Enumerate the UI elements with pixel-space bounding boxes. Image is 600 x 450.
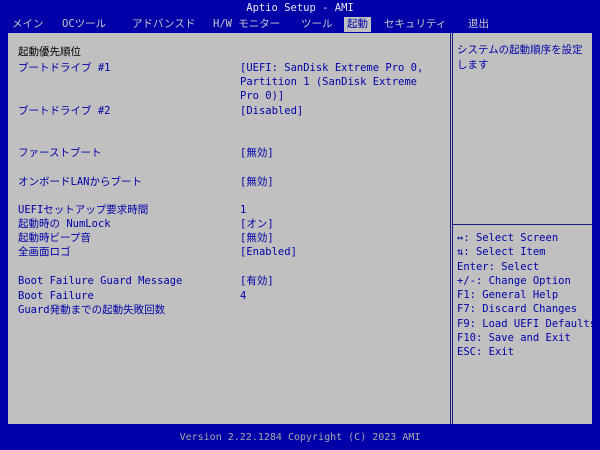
numlock-label[interactable]: 起動時の NumLock bbox=[18, 217, 111, 231]
key-save-exit: F10: Save and Exit bbox=[457, 332, 571, 345]
tab-oc-tweaker[interactable]: OCツール bbox=[62, 17, 106, 32]
uefi-setup-wait-value[interactable]: 1 bbox=[240, 203, 246, 217]
onboard-lan-boot-label[interactable]: オンボードLANからブート bbox=[18, 175, 142, 189]
tab-advanced[interactable]: アドバンスド bbox=[132, 17, 195, 32]
key-select-screen: ↔: Select Screen bbox=[457, 232, 559, 244]
boot-drive-2-value[interactable]: [Disabled] bbox=[240, 104, 303, 118]
fast-boot-value[interactable]: [無効] bbox=[240, 146, 274, 160]
boot-beep-label[interactable]: 起動時ビープ音 bbox=[18, 231, 91, 245]
fast-boot-label[interactable]: ファーストブート bbox=[18, 146, 101, 160]
tab-boot[interactable]: 起動 bbox=[344, 17, 371, 32]
main-panel: 起動優先順位 ブートドライブ #1 [UEFI: SanDisk Extreme… bbox=[8, 33, 596, 424]
key-general-help: F1: General Help bbox=[457, 289, 559, 302]
bfg-message-label[interactable]: Boot Failure Guard Message bbox=[18, 274, 182, 288]
boot-drive-1-label[interactable]: ブートドライブ #1 bbox=[18, 61, 110, 75]
bfg-count-value[interactable]: 4 bbox=[240, 289, 246, 303]
help-pane: システムの起動順序を設定します ↔: Select Screen ⇅: Sele… bbox=[453, 33, 596, 424]
top-bar: Aptio Setup - AMI メイン OCツール アドバンスド H/W モ… bbox=[0, 0, 600, 33]
fullscreen-logo-value[interactable]: [Enabled] bbox=[240, 245, 297, 259]
onboard-lan-boot-value[interactable]: [無効] bbox=[240, 175, 274, 189]
key-enter-select: Enter: Select bbox=[457, 260, 540, 273]
tab-tool[interactable]: ツール bbox=[301, 17, 333, 32]
tab-hw-monitor[interactable]: H/W モニター bbox=[213, 17, 280, 32]
bfg-message-value[interactable]: [有効] bbox=[240, 274, 274, 288]
pane-divider bbox=[450, 33, 451, 424]
key-discard-changes: F7: Discard Changes bbox=[457, 303, 578, 316]
numlock-value[interactable]: [オン] bbox=[240, 217, 274, 231]
fullscreen-logo-label[interactable]: 全画面ロゴ bbox=[18, 245, 71, 259]
boot-beep-value[interactable]: [無効] bbox=[240, 231, 274, 245]
key-load-defaults: F9: Load UEFI Defaults bbox=[457, 317, 597, 330]
key-esc-exit: ESC: Exit bbox=[457, 346, 514, 359]
tab-security[interactable]: セキュリティ bbox=[384, 17, 446, 32]
tab-main[interactable]: メイン bbox=[12, 17, 44, 32]
tab-exit[interactable]: 退出 bbox=[468, 17, 489, 32]
key-select-item: ⇅: Select Item bbox=[457, 246, 546, 259]
bfg-count-label-line2[interactable]: Guard発動までの起動失敗回数 bbox=[18, 303, 165, 317]
help-text: システムの起動順序を設定します bbox=[457, 44, 583, 71]
section-title: 起動優先順位 bbox=[18, 46, 81, 58]
app-title: Aptio Setup - AMI bbox=[246, 2, 354, 14]
uefi-setup-wait-label[interactable]: UEFIセットアップ要求時間 bbox=[18, 203, 148, 217]
boot-drive-2-label[interactable]: ブートドライブ #2 bbox=[18, 104, 110, 118]
boot-drive-1-value-line3[interactable]: Pro 0)] bbox=[240, 89, 284, 103]
bfg-count-label[interactable]: Boot Failure bbox=[18, 289, 94, 303]
boot-drive-1-value-line2[interactable]: Partition 1 (SanDisk Extreme bbox=[240, 75, 417, 89]
help-separator bbox=[453, 224, 592, 225]
key-legend: ↔: Select Screen ⇅: Select Item Enter: S… bbox=[457, 231, 596, 360]
key-change-option: +/-: Change Option bbox=[457, 274, 571, 287]
boot-drive-1-value-line1[interactable]: [UEFI: SanDisk Extreme Pro 0, bbox=[240, 61, 423, 75]
settings-pane: 起動優先順位 ブートドライブ #1 [UEFI: SanDisk Extreme… bbox=[8, 33, 448, 424]
menu-bar: メイン OCツール アドバンスド H/W モニター ツール 起動 セキュリティ … bbox=[0, 16, 600, 33]
footer-version: Version 2.22.1284 Copyright (C) 2023 AMI bbox=[179, 432, 421, 443]
